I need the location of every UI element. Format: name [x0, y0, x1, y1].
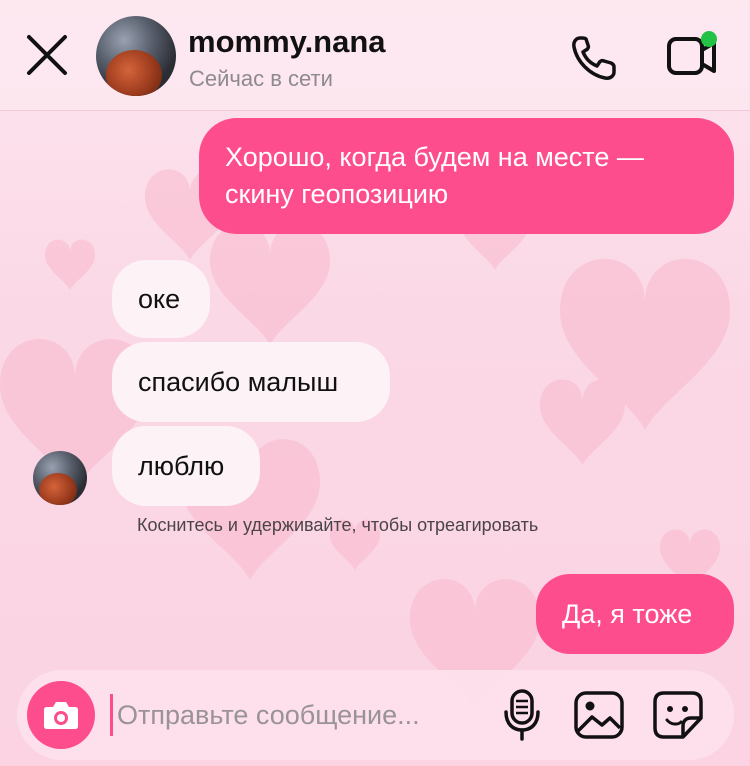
message-outgoing[interactable]: Да, я тоже [536, 574, 734, 654]
message-incoming[interactable]: спасибо малыш [112, 342, 390, 422]
sticker-icon[interactable] [650, 688, 706, 742]
message-incoming[interactable]: оке [112, 260, 210, 338]
online-status: Сейчас в сети [189, 66, 333, 91]
gallery-icon[interactable] [570, 688, 628, 742]
microphone-icon[interactable] [500, 688, 544, 742]
online-indicator [701, 31, 717, 47]
chat-header: mommy.nana Сейчас в сети [0, 0, 750, 111]
close-icon[interactable] [22, 30, 72, 80]
camera-icon [44, 702, 78, 729]
reaction-hint: Коснитесь и удерживайте, чтобы отреагиро… [137, 515, 539, 535]
phone-icon[interactable] [566, 30, 622, 86]
sender-avatar[interactable] [33, 451, 87, 505]
message-incoming[interactable]: люблю [112, 426, 260, 506]
username[interactable]: mommy.nana [188, 24, 386, 60]
message-outgoing[interactable]: Хорошо, когда будем на месте — скину гео… [199, 118, 734, 234]
camera-button[interactable] [27, 681, 95, 749]
message-input[interactable] [110, 694, 487, 736]
avatar[interactable] [96, 16, 176, 96]
